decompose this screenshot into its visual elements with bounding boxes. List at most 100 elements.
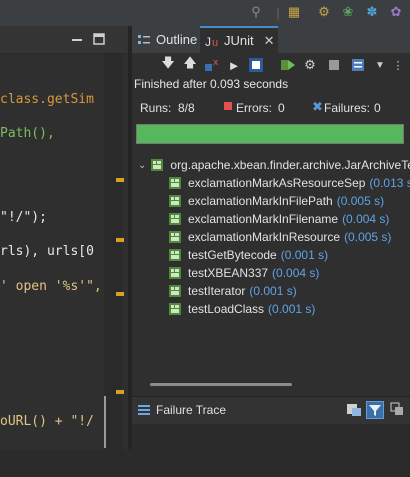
failures-label: Failures: (324, 101, 371, 115)
suite-row[interactable]: ⌄ org.apache.xbean.finder.archive.JarArc… (138, 156, 410, 174)
main-toolbar: ⚲ | ▦ ⚙ ❀ ✽ ✿ (0, 0, 410, 26)
run-status-text: Finished after 0.093 seconds (134, 77, 289, 91)
test-row[interactable]: testLoadClass (0.001 s) (168, 300, 315, 318)
test-tree[interactable]: ⌄ org.apache.xbean.finder.archive.JarArc… (132, 156, 410, 381)
errors-value: 0 (278, 101, 285, 115)
error-icon (224, 102, 232, 110)
suite-name: org.apache.xbean.finder.archive.JarArchi… (170, 158, 410, 172)
close-icon[interactable]: ✕ (264, 33, 275, 49)
code-line: rls), urls[0 (0, 244, 94, 259)
test-name: exclamationMarkInFilePath (188, 194, 333, 208)
svg-text:u: u (212, 37, 218, 49)
failures-value: 0 (374, 101, 381, 115)
rerun-test-icon[interactable] (280, 57, 296, 73)
editor-tab-bar (0, 26, 128, 54)
test-row[interactable]: testXBEAN337 (0.004 s) (168, 264, 319, 282)
code-line: oURL() + "!/ (0, 414, 94, 429)
test-row[interactable]: exclamationMarkAsResourceSep(0.013 s) (168, 174, 410, 192)
debug-perspective-icon[interactable]: ❀ (340, 4, 356, 20)
run-counters: Runs: 8/8 Errors: 0 ✖ Failures: 0 (132, 98, 410, 118)
runs-value: 8/8 (178, 101, 195, 115)
annotation-marker[interactable] (116, 238, 124, 242)
copy-trace-icon[interactable] (390, 402, 404, 421)
errors-label: Errors: (236, 101, 272, 115)
failure-trace-title: Failure Trace (156, 403, 227, 417)
test-duration: (0.005 s) (344, 230, 392, 244)
test-duration: (0.005 s) (336, 194, 385, 208)
code-line: Path(), (0, 126, 55, 141)
view-tab-bar: Outline J u JUnit ✕ (132, 26, 410, 53)
test-duration: (0.001 s) (280, 248, 329, 262)
code-line: class.getSim (0, 92, 94, 107)
test-passed-icon (169, 285, 181, 297)
filter-stack-trace-icon[interactable] (366, 401, 384, 419)
test-passed-icon (169, 249, 181, 261)
show-failures-only-icon[interactable]: x (204, 57, 220, 73)
code-editor[interactable]: class.getSim Path(), "!/"); rls), urls[0… (0, 26, 128, 477)
test-name: exclamationMarkInFilename (188, 212, 339, 226)
minimize-icon[interactable] (70, 32, 84, 46)
test-duration: (0.001 s) (249, 284, 297, 298)
test-passed-icon (169, 267, 181, 279)
svg-text:x: x (213, 58, 219, 68)
test-name: exclamationMarkInResource (188, 230, 341, 244)
open-perspective-icon[interactable]: ▦ (286, 4, 302, 20)
failure-trace-header: Failure Trace (132, 396, 410, 425)
test-row[interactable]: testGetBytecode (0.001 s) (168, 246, 328, 264)
stack-trace-icon (138, 403, 150, 415)
history-icon[interactable] (350, 57, 366, 73)
junit-view: Outline J u JUnit ✕ 🡇 🡅 x ► ⚙ ▼ ⋮ Finish… (132, 26, 410, 449)
code-line: ' open '%s'", (0, 279, 102, 294)
test-name: testXBEAN337 (188, 266, 269, 280)
runs-label: Runs: (140, 101, 172, 115)
outline-icon (138, 34, 150, 44)
test-run-history-icon[interactable] (248, 57, 264, 73)
overview-ruler[interactable] (104, 54, 122, 477)
rerun-failed-first-icon[interactable]: ⚙ (302, 57, 318, 73)
stop-run-icon[interactable] (326, 57, 342, 73)
suite-passed-icon (151, 159, 164, 171)
test-progress-bar (136, 124, 404, 144)
chevron-down-icon[interactable]: ⌄ (138, 160, 146, 171)
editor-scrollbar[interactable] (104, 396, 106, 448)
test-name: testGetBytecode (188, 248, 277, 262)
test-name: exclamationMarkAsResourceSep (188, 176, 366, 190)
annotation-marker[interactable] (116, 390, 124, 394)
compare-results-icon[interactable] (346, 403, 362, 422)
annotation-marker[interactable] (116, 292, 124, 296)
team-perspective-icon[interactable]: ✿ (388, 4, 404, 20)
maximize-icon[interactable] (92, 32, 106, 46)
next-failure-icon[interactable]: 🡇 (160, 55, 176, 73)
search-icon[interactable]: ⚲ (248, 4, 264, 20)
test-passed-icon (169, 231, 181, 243)
svg-text:J: J (205, 35, 211, 49)
failure-trace-content (132, 424, 410, 449)
previous-failure-icon[interactable]: 🡅 (182, 55, 198, 73)
tab-junit[interactable]: J u JUnit ✕ (200, 26, 278, 53)
junit-toolbar: 🡇 🡅 x ► ⚙ ▼ ⋮ (132, 53, 410, 77)
tab-outline[interactable]: Outline (136, 26, 197, 53)
test-duration: (0.013 s) (369, 176, 410, 190)
test-row[interactable]: exclamationMarkInFilePath (0.005 s) (168, 192, 384, 210)
test-duration: (0.004 s) (342, 212, 390, 226)
tree-horizontal-scrollbar[interactable] (150, 383, 292, 386)
view-menu-icon[interactable]: ▼ (372, 57, 388, 73)
more-options-icon[interactable]: ⋮ (390, 57, 406, 73)
test-duration: (0.001 s) (268, 302, 316, 316)
git-perspective-icon[interactable]: ✽ (364, 4, 380, 20)
tab-junit-label: JUnit (224, 33, 254, 48)
scroll-lock-icon[interactable]: ► (226, 57, 242, 73)
test-name: testLoadClass (188, 302, 265, 316)
code-line: "!/"); (0, 210, 47, 225)
test-passed-icon (169, 195, 181, 207)
java-perspective-icon[interactable]: ⚙ (316, 4, 332, 20)
annotation-marker[interactable] (116, 178, 124, 182)
test-name: testIterator (188, 284, 246, 298)
junit-icon: J u (205, 35, 218, 49)
test-passed-icon (169, 177, 181, 189)
test-row[interactable]: exclamationMarkInResource (0.005 s) (168, 228, 391, 246)
test-row[interactable]: testIterator (0.001 s) (168, 282, 297, 300)
test-passed-icon (169, 303, 181, 315)
test-row[interactable]: exclamationMarkInFilename (0.004 s) (168, 210, 389, 228)
tab-outline-label: Outline (156, 32, 198, 47)
